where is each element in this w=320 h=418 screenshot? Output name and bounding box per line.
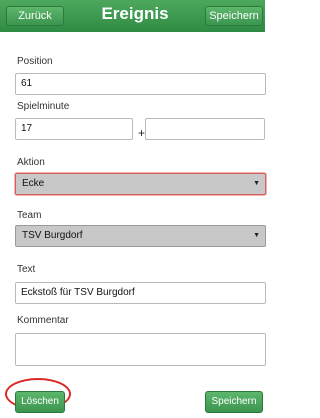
position-field[interactable]: 61 [15, 73, 266, 95]
kommentar-label: Kommentar [17, 315, 69, 326]
aktion-value: Ecke [22, 178, 45, 189]
team-select[interactable]: TSV Burgdorf ▼ [15, 225, 266, 247]
team-label: Team [17, 210, 42, 221]
delete-button[interactable]: Löschen [15, 391, 65, 413]
header-bar: Zurück Ereignis Speichern [0, 0, 265, 32]
page-title: Ereignis [101, 4, 169, 23]
spielminute-extra-field[interactable] [145, 118, 265, 140]
aktion-label: Aktion [17, 157, 45, 168]
text-field[interactable]: Eckstoß für TSV Burgdorf [15, 282, 266, 304]
aktion-select[interactable]: Ecke ▼ [15, 173, 266, 195]
plus-separator: + [138, 126, 146, 140]
team-value: TSV Burgdorf [22, 230, 83, 241]
text-label: Text [17, 264, 36, 275]
save-button[interactable]: Speichern [205, 391, 263, 413]
header-save-button[interactable]: Speichern [205, 6, 263, 26]
triangle-down-icon: ▼ [253, 232, 260, 239]
spielminute-label: Spielminute [17, 101, 70, 112]
spielminute-field[interactable]: 17 [15, 118, 133, 140]
position-label: Position [17, 56, 53, 67]
back-button[interactable]: Zurück [6, 6, 64, 26]
kommentar-textarea[interactable] [15, 333, 266, 366]
triangle-down-icon: ▼ [253, 180, 260, 187]
